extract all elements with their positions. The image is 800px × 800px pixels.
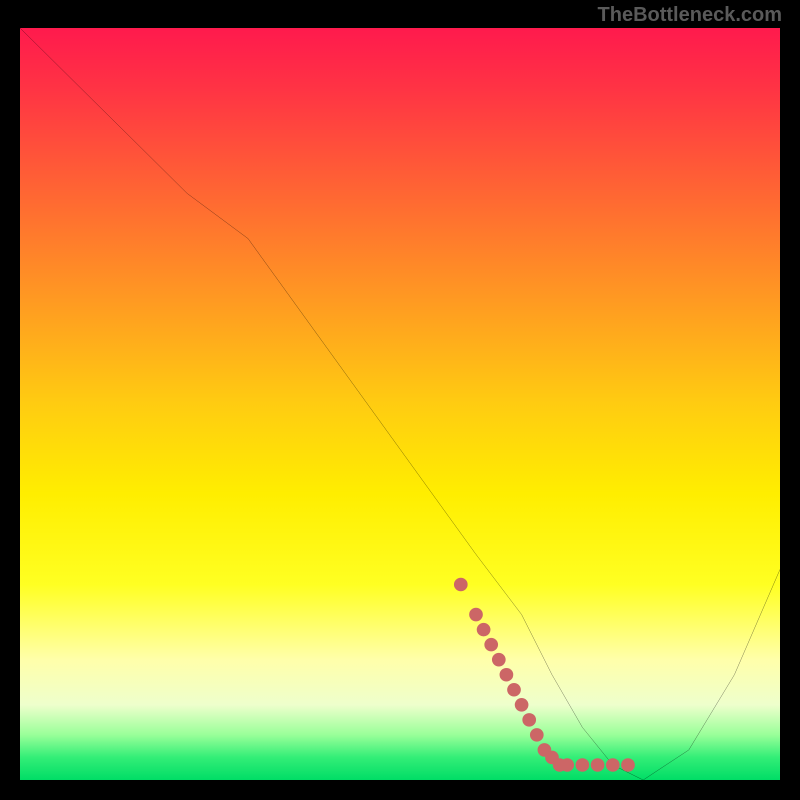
chart-plot-area [20,28,780,780]
marker-dot [591,758,605,772]
marker-dot [507,683,521,697]
marker-dot [469,608,483,622]
marker-dot [484,638,498,652]
highlight-markers [454,578,635,772]
marker-dot [576,758,590,772]
marker-dot [500,668,514,682]
bottleneck-curve-line [20,28,780,780]
marker-dot [515,698,529,712]
marker-dot [522,713,536,727]
marker-dot [492,653,506,667]
marker-dot [477,623,491,637]
marker-dot [621,758,635,772]
marker-dot [454,578,468,592]
marker-dot [560,758,574,772]
marker-dot [530,728,544,742]
marker-dot [606,758,620,772]
chart-svg [20,28,780,780]
watermark-text: TheBottleneck.com [598,4,782,27]
